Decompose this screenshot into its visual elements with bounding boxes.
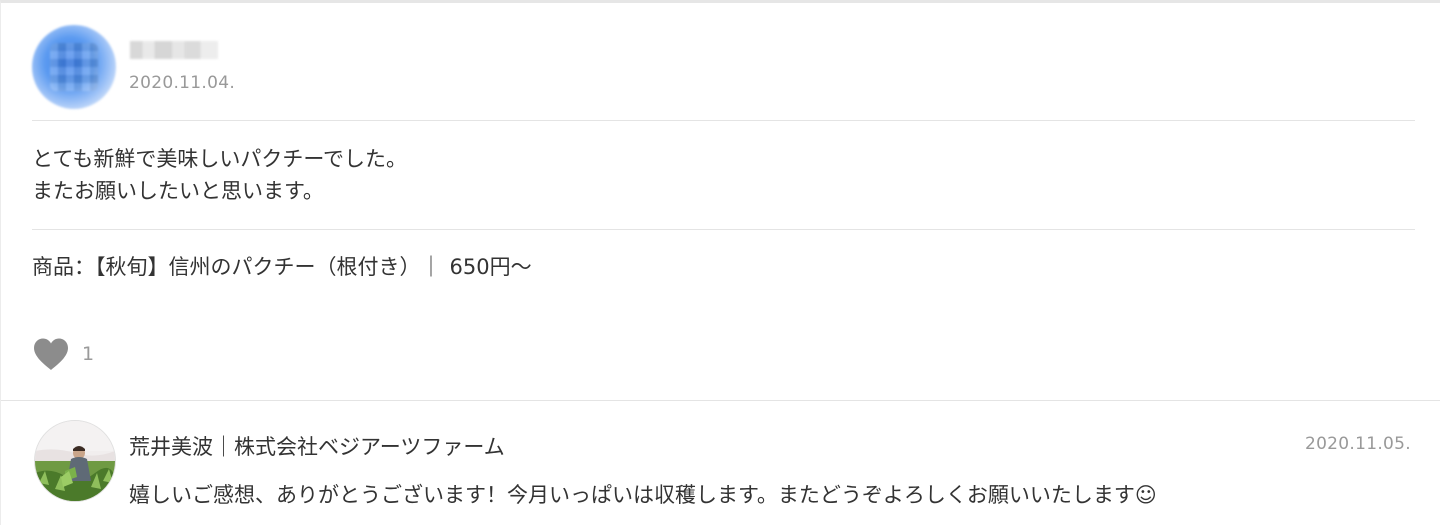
product-info: 商品：【秋旬】信州のパクチー（根付き）｜ 650円～ <box>32 251 532 283</box>
header-divider <box>32 120 1415 121</box>
product-link[interactable]: 【秋旬】信州のパクチー（根付き） <box>95 255 421 279</box>
product-separator: ｜ <box>420 255 442 279</box>
reply-avatar[interactable] <box>34 420 116 502</box>
review-date: 2020.11.04. <box>129 73 236 93</box>
review-body-line: またお願いしたいと思います。 <box>32 179 324 203</box>
reply-text: 嬉しいご感想、ありがとうございます！今月いっぱいは収穫します。またどうぞよろしく… <box>129 483 1157 507</box>
reviewer-name-redacted <box>130 41 218 59</box>
like-row: 1 <box>32 336 94 372</box>
farmer-photo <box>35 421 115 501</box>
like-count: 1 <box>82 343 95 365</box>
heart-icon[interactable] <box>32 337 70 371</box>
review-body-line: とても新鮮で美味しいパクチーでした。 <box>32 147 408 171</box>
review-card: 2020.11.04. とても新鮮で美味しいパクチーでした。 またお願いしたいと… <box>0 0 1440 525</box>
product-name: 【秋旬】信州のパクチー（根付き） <box>95 255 421 279</box>
reviewer-header: 2020.11.04. <box>32 25 432 109</box>
body-divider <box>32 229 1415 230</box>
review-body: とても新鮮で美味しいパクチーでした。 またお願いしたいと思います。 <box>32 143 407 207</box>
reply-date: 2020.11.05. <box>1304 434 1411 454</box>
product-label: 商品： <box>32 255 95 279</box>
product-price: 650円～ <box>449 255 532 279</box>
seller-reply: 荒井美波｜株式会社ベジアーツファーム 2020.11.05. 嬉しいご感想、あり… <box>1 401 1440 528</box>
reviewer-avatar[interactable] <box>32 25 116 109</box>
reply-author-name: 荒井美波｜株式会社ベジアーツファーム <box>129 435 505 459</box>
